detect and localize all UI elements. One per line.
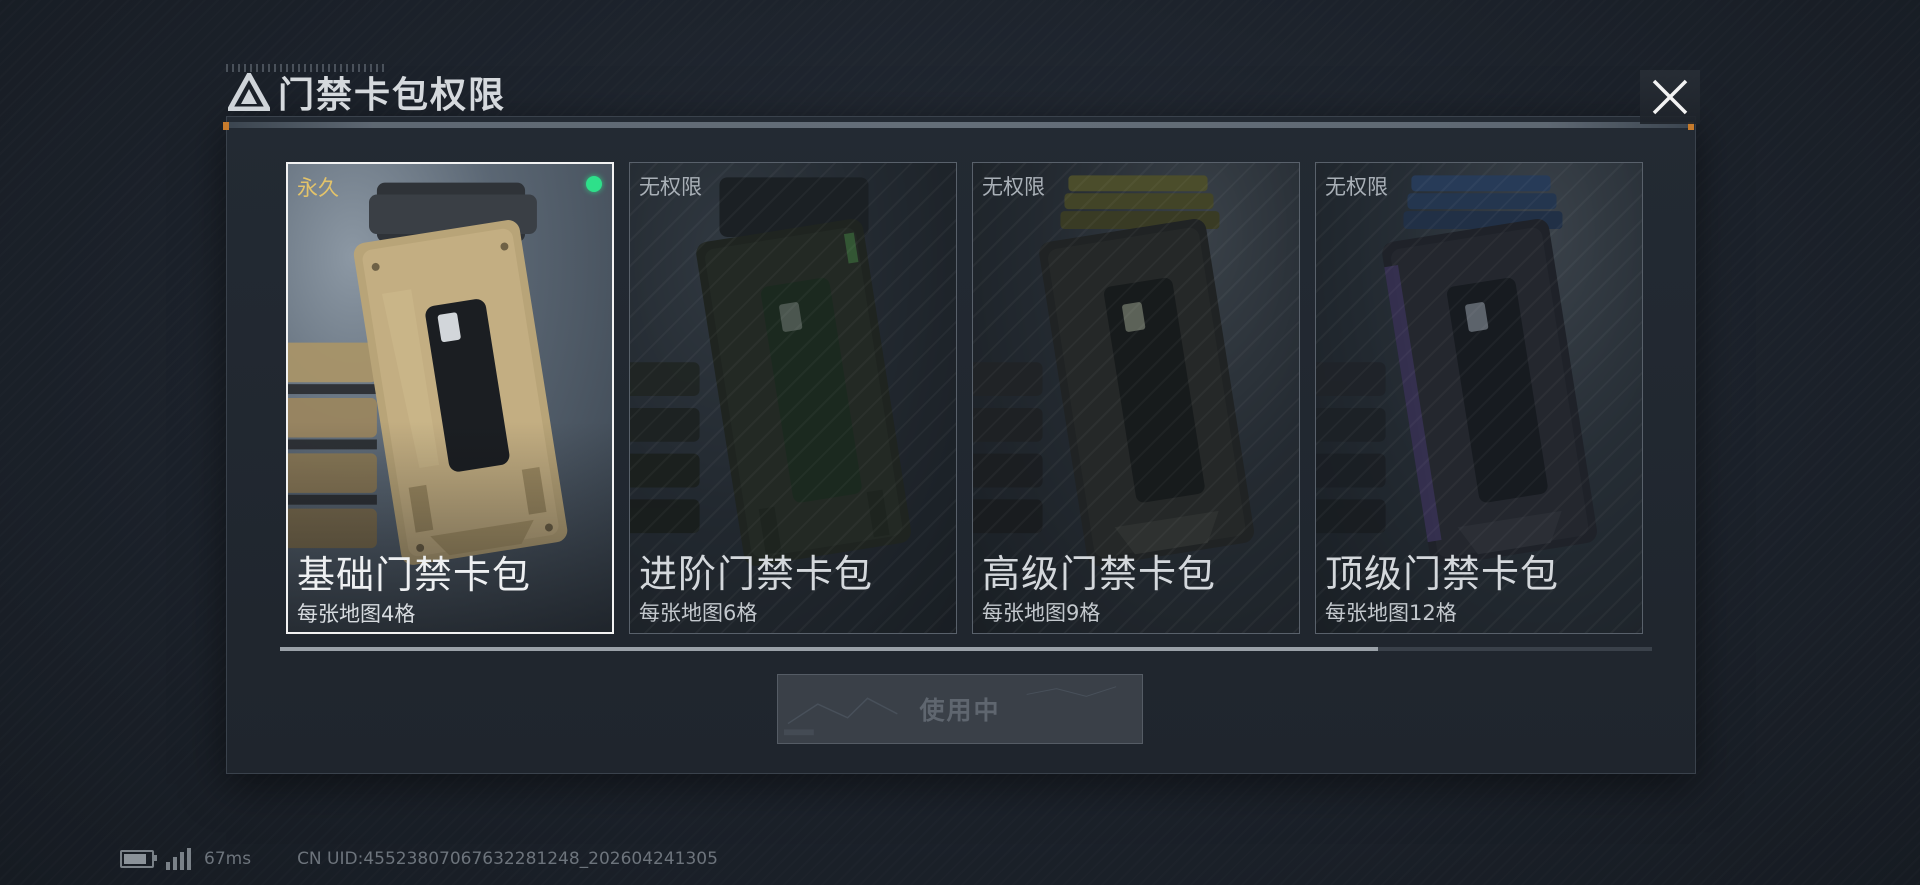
card-status-tag: 永久 bbox=[297, 176, 339, 200]
signal-icon bbox=[166, 848, 194, 870]
in-use-label: 使用中 bbox=[919, 696, 1001, 725]
ping-readout: 67ms bbox=[204, 849, 252, 869]
card-senior-access-pack[interactable]: 无权限 高级门禁卡包 每张地图9格 bbox=[972, 162, 1300, 634]
card-capacity: 每张地图4格 bbox=[297, 602, 416, 626]
status-bar: 67ms CN UID:4552380706763228124​8_202604… bbox=[120, 846, 718, 872]
close-button[interactable] bbox=[1640, 70, 1700, 124]
card-title: 基础门禁卡包 bbox=[297, 553, 532, 597]
card-advanced-access-pack[interactable]: 无权限 进阶门禁卡包 每张地图6格 bbox=[629, 162, 957, 634]
close-icon bbox=[1652, 79, 1688, 115]
equipped-indicator-dot bbox=[586, 176, 602, 192]
card-status-tag: 无权限 bbox=[639, 175, 702, 199]
card-status-tag: 无权限 bbox=[1325, 175, 1388, 199]
card-status-tag: 无权限 bbox=[982, 175, 1045, 199]
card-basic-access-pack[interactable]: 永久 基础门禁卡包 每张地图4格 bbox=[286, 162, 614, 634]
card-title: 进阶门禁卡包 bbox=[639, 552, 874, 596]
dialog-title-bar: 门禁卡包权限 bbox=[226, 64, 556, 120]
card-capacity: 每张地图6格 bbox=[639, 601, 758, 625]
card-title: 高级门禁卡包 bbox=[982, 552, 1217, 596]
battery-icon bbox=[120, 850, 157, 868]
card-scroll-thumb[interactable] bbox=[280, 647, 1378, 651]
card-title: 顶级门禁卡包 bbox=[1325, 552, 1560, 596]
card-capacity: 每张地图12格 bbox=[1325, 601, 1457, 625]
card-top-access-pack[interactable]: 无权限 顶级门禁卡包 每张地图12格 bbox=[1315, 162, 1643, 634]
dialog-title: 门禁卡包权限 bbox=[278, 75, 507, 116]
card-capacity: 每张地图9格 bbox=[982, 601, 1101, 625]
user-uid: CN UID:4552380706763228124​8_20260424130… bbox=[297, 849, 718, 869]
dialog-header-line bbox=[226, 122, 1694, 128]
header-accent-left bbox=[223, 122, 229, 130]
battery-level bbox=[124, 854, 146, 864]
in-use-button[interactable]: 使用中 bbox=[777, 674, 1143, 744]
delta-logo-icon bbox=[228, 73, 270, 111]
